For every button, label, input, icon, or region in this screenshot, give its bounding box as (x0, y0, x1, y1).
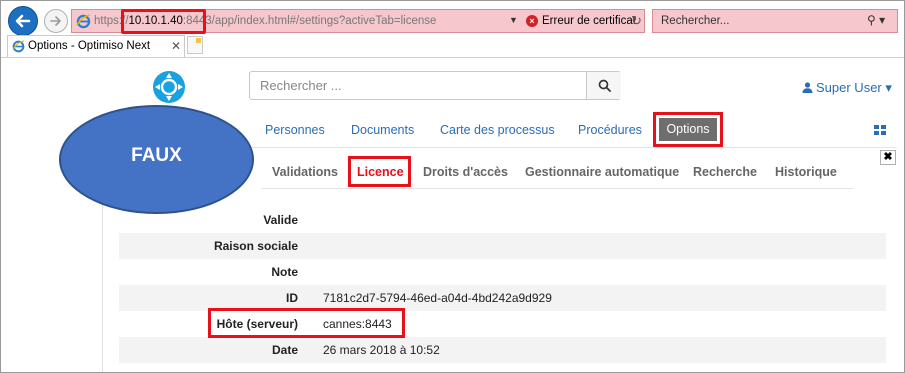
row-label: Note (271, 265, 298, 279)
nav-options[interactable]: Options (659, 118, 717, 141)
row-label: Raison sociale (213, 239, 298, 253)
user-name: Super User (816, 80, 882, 95)
user-menu[interactable]: Super User ▾ (802, 80, 892, 96)
nav-documents[interactable]: Documents (351, 123, 414, 137)
new-tab-button[interactable] (187, 36, 203, 54)
search-icon[interactable]: ⚲ ▾ (867, 13, 885, 27)
hote-highlight-box (208, 308, 405, 338)
user-icon (802, 82, 813, 93)
close-icon[interactable]: ✕ (171, 39, 181, 53)
caret-down-icon[interactable]: ▼ (509, 15, 518, 25)
browser-tab[interactable]: Options - Optimiso Next ✕ (7, 35, 185, 57)
arrow-right-icon (50, 16, 61, 26)
screenshot-frame: https://10.10.1.40:8443/app/index.html#/… (0, 0, 905, 373)
subtab-historique[interactable]: Historique (775, 165, 837, 179)
subtab-licence[interactable]: Licence (357, 165, 404, 179)
caret-down-icon: ▾ (885, 80, 892, 95)
search-icon (598, 79, 611, 92)
row-label: Valide (263, 213, 298, 227)
faux-annotation-bubble: FAUX (59, 105, 254, 214)
licence-highlight-box: Licence (348, 156, 411, 187)
cert-error-label[interactable]: Erreur de certificat (542, 15, 636, 27)
browser-search-placeholder: Rechercher... (661, 15, 730, 27)
nav-carte-des-processus[interactable]: Carte des processus (440, 123, 555, 137)
url-path: /app/index.html#/settings?activeTab=lice… (211, 15, 437, 27)
ie-icon (76, 14, 91, 29)
faux-annotation-label: FAUX (131, 145, 182, 166)
row-label: ID (286, 291, 298, 305)
ie-icon (12, 40, 25, 53)
subtab-validations[interactable]: Validations (272, 165, 338, 179)
app-logo[interactable] (152, 70, 186, 104)
host-highlight-box (121, 9, 206, 34)
row-value: 7181c2d7-5794-46ed-a04d-4bd242a9d929 (323, 291, 552, 305)
refresh-icon[interactable]: ↻ (631, 13, 642, 29)
browser-search-box[interactable]: Rechercher... ⚲ ▾ (652, 9, 898, 33)
forward-button[interactable] (44, 9, 68, 33)
cert-error-icon[interactable]: × (526, 15, 538, 27)
row-value: 26 mars 2018 à 10:52 (323, 343, 440, 357)
app-search-input[interactable] (250, 72, 586, 99)
chrome-divider (1, 57, 904, 58)
license-row-note: Note (119, 259, 886, 285)
app-search-box (249, 71, 621, 100)
close-icon[interactable]: ✖ (880, 150, 896, 165)
subtab-divider (261, 188, 853, 189)
license-row-date: Date 26 mars 2018 à 10:52 (119, 337, 886, 363)
subtab-droits-d-acces[interactable]: Droits d'accès (423, 165, 508, 179)
license-row-valide: Valide (119, 207, 886, 233)
subtab-gestionnaire-automatique[interactable]: Gestionnaire automatique (525, 165, 679, 179)
address-bar[interactable]: https://10.10.1.40:8443/app/index.html#/… (71, 9, 645, 34)
license-row-raison-sociale: Raison sociale (119, 233, 886, 259)
nav-procedures[interactable]: Procédures (578, 123, 642, 137)
row-label: Date (271, 343, 298, 357)
nav-personnes[interactable]: Personnes (265, 123, 325, 137)
back-button[interactable] (8, 6, 38, 36)
browser-tab-row: Options - Optimiso Next ✕ (1, 35, 904, 57)
app-search-button[interactable] (586, 72, 621, 99)
grid-icon[interactable] (874, 125, 886, 136)
browser-tab-title: Options - Optimiso Next (28, 40, 151, 52)
subtab-recherche[interactable]: Recherche (693, 165, 757, 179)
arrow-left-icon (15, 14, 31, 28)
options-highlight-box: Options (653, 112, 723, 147)
